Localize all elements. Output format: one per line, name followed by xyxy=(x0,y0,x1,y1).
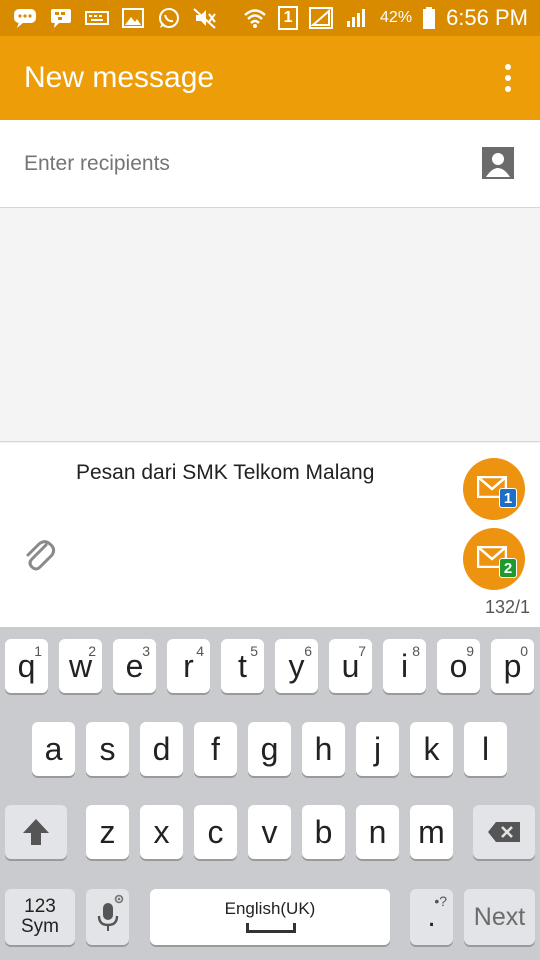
clock: 6:56 PM xyxy=(446,5,528,30)
key-k[interactable]: k xyxy=(410,722,453,776)
bbm-icon xyxy=(48,7,74,29)
key-q[interactable]: q1 xyxy=(5,639,48,693)
chat-bubble-icon xyxy=(12,7,38,29)
key-s[interactable]: s xyxy=(86,722,129,776)
key-v[interactable]: v xyxy=(248,805,291,859)
microphone-icon xyxy=(97,903,118,931)
sim1-badge: 1 xyxy=(278,6,299,30)
key-t[interactable]: t5 xyxy=(221,639,264,693)
key-m[interactable]: m xyxy=(410,805,453,859)
recipients-input[interactable] xyxy=(24,144,444,184)
message-input[interactable]: Pesan dari SMK Telkom Malang xyxy=(76,461,374,485)
whatsapp-icon xyxy=(156,7,182,29)
key-x[interactable]: x xyxy=(140,805,183,859)
paperclip-icon[interactable] xyxy=(20,535,60,575)
key-h[interactable]: h xyxy=(302,722,345,776)
sim1-badge-send: 1 xyxy=(499,488,517,508)
key-j[interactable]: j xyxy=(356,722,399,776)
key-n[interactable]: n xyxy=(356,805,399,859)
sim2-badge-send: 2 xyxy=(499,558,517,578)
page-title: New message xyxy=(24,61,215,94)
period-key[interactable]: . •? xyxy=(410,889,453,945)
mic-key[interactable] xyxy=(86,889,129,945)
key-c[interactable]: c xyxy=(194,805,237,859)
key-u[interactable]: u7 xyxy=(329,639,372,693)
signal-1-icon xyxy=(308,7,334,29)
key-e[interactable]: e3 xyxy=(113,639,156,693)
space-key[interactable]: English(UK) xyxy=(150,889,390,945)
compose-panel: Pesan dari SMK Telkom Malang 1 2 132/1 xyxy=(0,443,540,627)
battery-icon xyxy=(422,7,436,29)
key-w[interactable]: w2 xyxy=(59,639,102,693)
message-thread-area xyxy=(0,208,540,442)
gallery-icon xyxy=(120,7,146,29)
shift-arrow-icon xyxy=(23,819,49,845)
recipients-bar xyxy=(0,120,540,208)
key-y[interactable]: y6 xyxy=(275,639,318,693)
key-o[interactable]: o9 xyxy=(437,639,480,693)
battery-percent: 42% xyxy=(380,9,413,26)
key-f[interactable]: f xyxy=(194,722,237,776)
key-i[interactable]: i8 xyxy=(383,639,426,693)
wifi-icon xyxy=(242,7,268,29)
status-bar: 1 42% 6:56 PM xyxy=(0,0,540,36)
key-z[interactable]: z xyxy=(86,805,129,859)
more-vertical-icon[interactable] xyxy=(502,64,514,92)
key-d[interactable]: d xyxy=(140,722,183,776)
key-l[interactable]: l xyxy=(464,722,507,776)
next-key[interactable]: Next xyxy=(464,889,535,945)
key-r[interactable]: r4 xyxy=(167,639,210,693)
signal-2-icon xyxy=(344,7,370,29)
space-icon xyxy=(246,923,296,933)
contact-picker-icon[interactable] xyxy=(482,147,514,179)
mute-icon xyxy=(192,7,218,29)
key-b[interactable]: b xyxy=(302,805,345,859)
send-sim2-button[interactable]: 2 xyxy=(463,528,525,590)
app-bar: New message xyxy=(0,36,540,120)
keyboard-icon xyxy=(84,7,110,29)
key-p[interactable]: p0 xyxy=(491,639,534,693)
backspace-key[interactable] xyxy=(473,805,535,859)
send-sim1-button[interactable]: 1 xyxy=(463,458,525,520)
shift-key[interactable] xyxy=(5,805,67,859)
symbols-key[interactable]: 123 Sym xyxy=(5,889,75,945)
character-counter: 132/1 xyxy=(484,597,530,617)
keyboard: q1 w2 e3 r4 t5 y6 u7 i8 o9 p0 a s d f g … xyxy=(0,627,540,960)
settings-gear-icon xyxy=(114,894,124,904)
key-g[interactable]: g xyxy=(248,722,291,776)
backspace-icon xyxy=(488,822,520,842)
key-a[interactable]: a xyxy=(32,722,75,776)
